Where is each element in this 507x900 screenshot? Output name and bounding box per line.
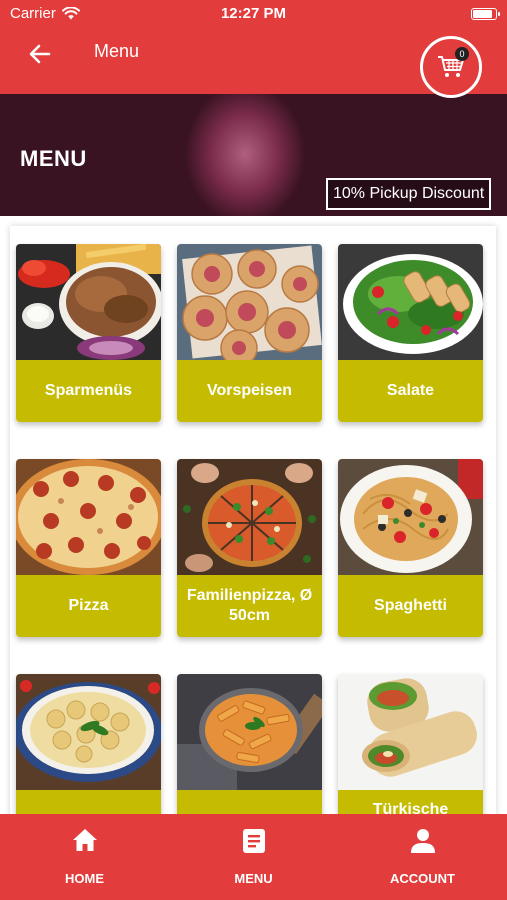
nav-home[interactable]: HOME [0, 814, 169, 900]
category-card-vorspeisen[interactable]: Vorspeisen [177, 244, 322, 422]
category-grid: Sparmenüs Vorspeisen Salate Pizza Famili… [0, 216, 507, 814]
spaghetti-photo [338, 459, 483, 575]
category-card-sparmenus[interactable]: Sparmenüs [16, 244, 161, 422]
arrow-left-icon [29, 44, 51, 64]
category-card-familienpizza[interactable]: Familienpizza, Ø 50cm [177, 459, 322, 637]
category-card-penne[interactable] [177, 674, 322, 814]
app-header: Menu 0 [0, 28, 507, 98]
nav-account[interactable]: ACCOUNT [338, 814, 507, 900]
cart-button[interactable]: 0 [420, 36, 482, 98]
category-label: Familienpizza, Ø 50cm [177, 575, 322, 637]
category-card-spaghetti[interactable]: Spaghetti [338, 459, 483, 637]
category-panel: Sparmenüs Vorspeisen Salate Pizza Famili… [10, 226, 496, 814]
category-label: Vorspeisen [177, 360, 322, 422]
nav-label: HOME [65, 871, 104, 886]
family-pizza-photo [177, 459, 322, 575]
category-label [177, 790, 322, 814]
nav-menu[interactable]: MENU [169, 814, 338, 900]
penne-photo [177, 674, 322, 790]
menu-banner: MENU 10% Pickup Discount [0, 94, 507, 216]
pizza-rolls-photo [177, 244, 322, 360]
wrap-photo [338, 674, 483, 790]
category-label: Pizza [16, 575, 161, 637]
category-label [16, 790, 161, 814]
category-label: Türkische [338, 790, 483, 814]
category-card-pizza[interactable]: Pizza [16, 459, 161, 637]
battery-level [473, 10, 492, 18]
battery-icon [471, 8, 500, 20]
page-title: Menu [94, 41, 140, 61]
menu-book-icon [242, 829, 265, 853]
chicken-salad-photo [338, 244, 483, 360]
category-label: Sparmenüs [16, 360, 161, 422]
home-icon [72, 829, 97, 851]
salami-pizza-photo [16, 459, 161, 575]
nav-label: MENU [234, 871, 273, 886]
account-icon [410, 829, 435, 853]
category-card-tortellini[interactable] [16, 674, 161, 814]
clock: 12:27 PM [220, 5, 287, 22]
back-button[interactable] [22, 36, 58, 72]
cart-count-badge: 0 [455, 47, 469, 61]
kebab-platter-photo [16, 244, 161, 360]
banner-title: MENU [20, 146, 87, 171]
bottom-navigation: HOME MENU ACCOUNT [0, 814, 507, 900]
category-card-turkische[interactable]: Türkische [338, 674, 483, 814]
category-label: Spaghetti [338, 575, 483, 637]
discount-badge: 10% Pickup Discount [326, 178, 492, 210]
tortellini-photo [16, 674, 161, 790]
nav-label: ACCOUNT [390, 871, 455, 886]
category-label: Salate [338, 360, 483, 422]
category-card-salate[interactable]: Salate [338, 244, 483, 422]
status-bar: Carrier 12:27 PM [0, 0, 507, 28]
